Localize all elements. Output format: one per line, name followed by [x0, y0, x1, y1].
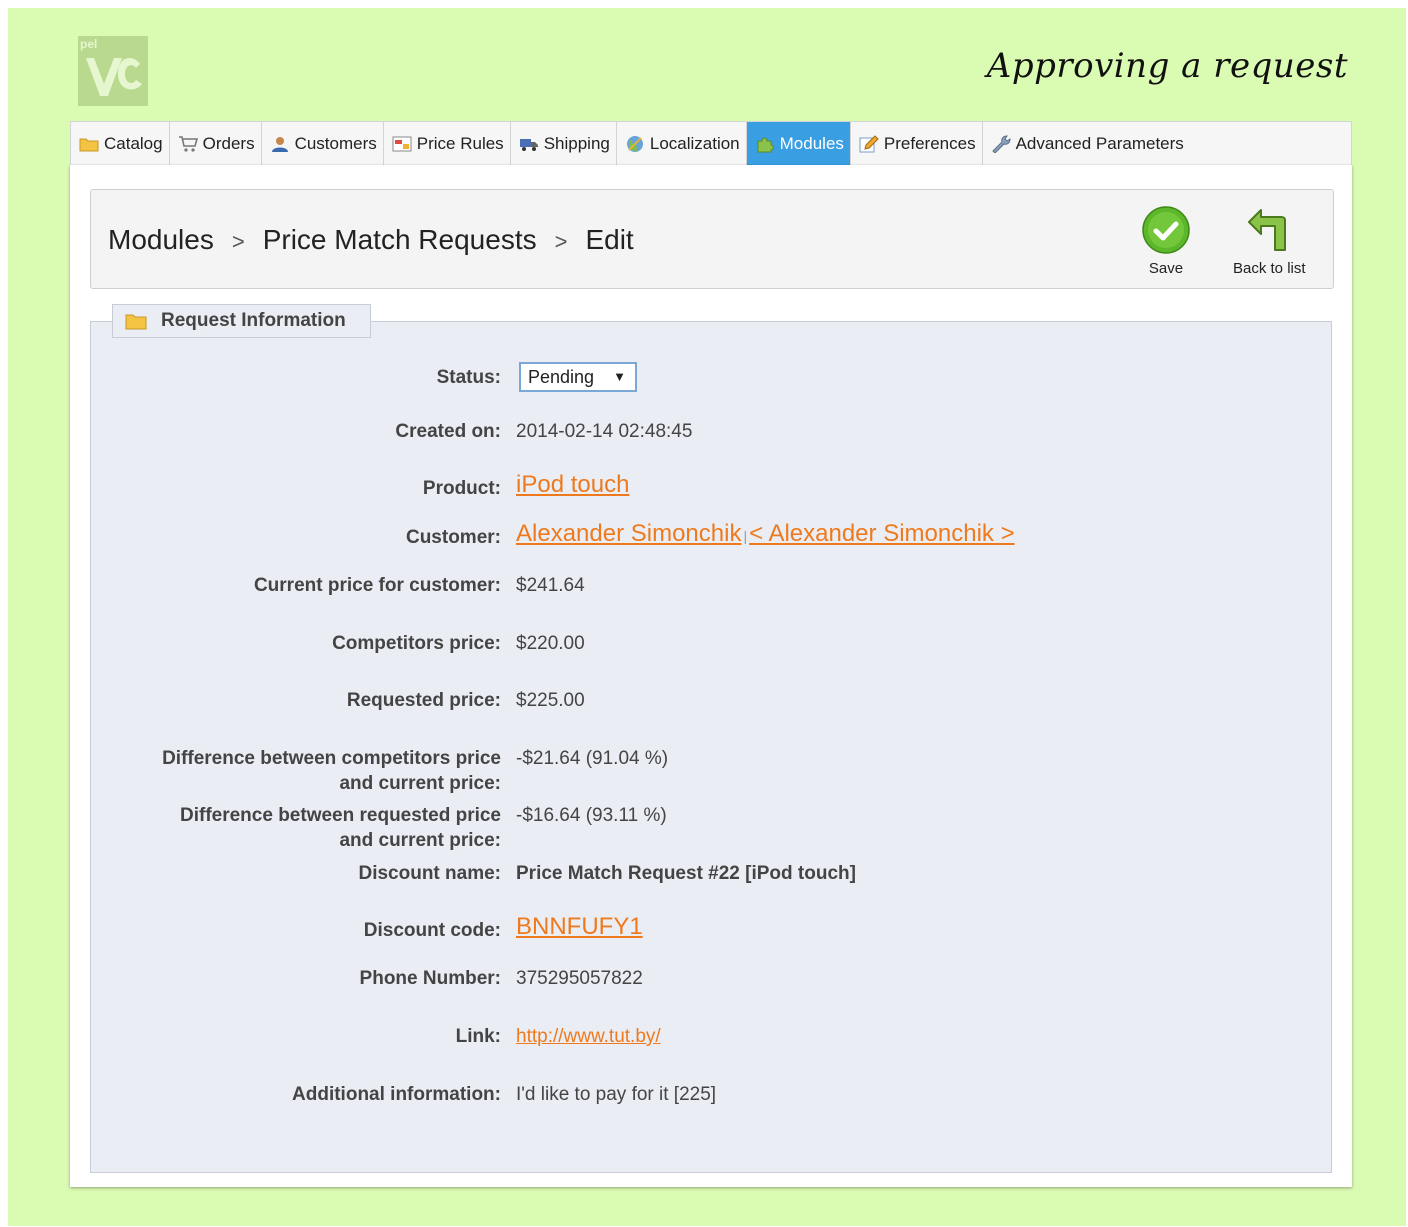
requested-price-label: Requested price:	[346, 690, 501, 711]
cart-icon	[178, 135, 198, 153]
discount-name-value: Price Match Request #22 [iPod touch]	[516, 863, 856, 884]
request-information-fieldset: Request Information Status: Pending ▼ Cr…	[90, 304, 1332, 1173]
tab-advanced-parameters[interactable]: Advanced Parameters	[983, 122, 1190, 165]
diff-requested-value: -$16.64 (93.11 %)	[516, 805, 667, 826]
pencil-icon	[859, 134, 879, 153]
competitors-price-value: $220.00	[516, 633, 585, 654]
tab-price-rules[interactable]: Price Rules	[384, 122, 511, 165]
folder-icon	[79, 135, 99, 153]
created-on-label: Created on:	[395, 421, 501, 442]
breadcrumb-item[interactable]: Modules	[108, 224, 214, 255]
back-to-list-label: Back to list	[1233, 260, 1306, 277]
product-label: Product:	[422, 478, 501, 499]
diff-competitors-label-line2: and current price:	[339, 773, 501, 794]
diff-competitors-label-line1: Difference between competitors price	[162, 748, 501, 769]
tab-shipping[interactable]: Shipping	[511, 122, 617, 165]
status-label: Status:	[436, 367, 501, 388]
save-icon	[1142, 206, 1190, 254]
customer-separator: |	[743, 528, 748, 544]
save-label: Save	[1148, 260, 1184, 277]
diff-competitors-label: Difference between competitors price and…	[162, 746, 501, 796]
tab-orders[interactable]: Orders	[170, 122, 262, 165]
page-toolbar: Modules > Price Match Requests > Edit Save B…	[90, 189, 1334, 289]
discount-code-value: BNNFUFY1	[516, 914, 643, 941]
tab-catalog[interactable]: Catalog	[71, 122, 170, 165]
page-heading: Approving a request	[986, 46, 1348, 86]
customer-label: Customer:	[405, 527, 501, 548]
external-url-link[interactable]: http://www.tut.by/	[516, 1026, 661, 1047]
puzzle-icon	[755, 135, 775, 153]
truck-icon	[519, 135, 539, 153]
tab-label: Customers	[294, 133, 377, 153]
content-panel: Modules > Price Match Requests > Edit Save B…	[70, 165, 1352, 1187]
legend-title: Request Information	[161, 310, 346, 331]
back-arrow-icon	[1248, 209, 1287, 251]
competitors-price-label: Competitors price:	[332, 633, 501, 654]
tab-label: Advanced Parameters	[1015, 133, 1184, 153]
tab-label: Orders	[202, 133, 255, 153]
globe-icon	[625, 135, 645, 153]
tab-label: Localization	[649, 133, 740, 153]
link-value: http://www.tut.by/	[516, 1024, 661, 1049]
requested-price-value: $225.00	[516, 690, 585, 711]
price-rules-icon	[392, 135, 412, 153]
diff-requested-label-line2: and current price:	[339, 830, 501, 851]
main-nav-tabs: Catalog Orders Customers Price Rules Shi…	[70, 121, 1352, 165]
status-selected-value: Pending	[528, 367, 595, 387]
dropdown-arrow-icon: ▼	[613, 369, 626, 384]
tab-modules[interactable]: Modules	[746, 122, 851, 165]
customer-name-link[interactable]: Alexander Simonchik	[516, 520, 741, 547]
current-price-label: Current price for customer:	[253, 575, 501, 596]
link-label: Link:	[455, 1026, 501, 1047]
logo-icon: pel	[78, 36, 148, 106]
current-price-value: $241.64	[516, 575, 585, 596]
tab-localization[interactable]: Localization	[617, 122, 747, 165]
tab-label: Price Rules	[416, 133, 504, 153]
fieldset-legend: Request Information	[112, 304, 371, 338]
breadcrumb-separator: >	[231, 229, 245, 254]
diff-requested-label: Difference between requested price and c…	[180, 803, 501, 853]
phone-number-value: 375295057822	[516, 968, 643, 989]
tab-label: Modules	[779, 133, 844, 153]
additional-info-value: I'd like to pay for it [225]	[516, 1084, 717, 1105]
status-select[interactable]: Pending ▼	[519, 362, 637, 392]
logo-text: pel	[80, 37, 97, 51]
discount-code-label: Discount code:	[363, 920, 501, 941]
tab-customers[interactable]: Customers	[262, 122, 384, 165]
user-icon	[270, 135, 290, 153]
customer-email-link[interactable]: < Alexander Simonchik >	[749, 520, 1015, 547]
tab-label: Shipping	[543, 133, 610, 153]
additional-info-label: Additional information:	[292, 1084, 501, 1105]
tab-label: Preferences	[883, 133, 976, 153]
customer-value: Alexander Simonchik |< Alexander Simonchi…	[516, 521, 1015, 549]
save-button[interactable]: Save	[1142, 206, 1190, 277]
back-to-list-button[interactable]: Back to list	[1233, 206, 1306, 277]
wrench-icon	[991, 134, 1011, 154]
diff-requested-label-line1: Difference between requested price	[180, 805, 501, 826]
tab-label: Catalog	[104, 133, 163, 153]
product-value: iPod touch	[516, 472, 629, 499]
created-on-value: 2014-02-14 02:48:45	[516, 421, 693, 442]
breadcrumb: Modules > Price Match Requests > Edit	[108, 224, 634, 256]
breadcrumb-item[interactable]: Price Match Requests	[263, 224, 537, 255]
tab-preferences[interactable]: Preferences	[851, 122, 983, 165]
discount-code-link[interactable]: BNNFUFY1	[516, 913, 643, 940]
discount-name-label: Discount name:	[358, 863, 501, 884]
folder-icon	[125, 314, 147, 330]
breadcrumb-current: Edit	[585, 224, 634, 255]
diff-competitors-value: -$21.64 (91.04 %)	[516, 748, 669, 769]
breadcrumb-separator: >	[554, 229, 568, 254]
product-link[interactable]: iPod touch	[516, 471, 629, 498]
phone-number-label: Phone Number:	[359, 968, 501, 989]
